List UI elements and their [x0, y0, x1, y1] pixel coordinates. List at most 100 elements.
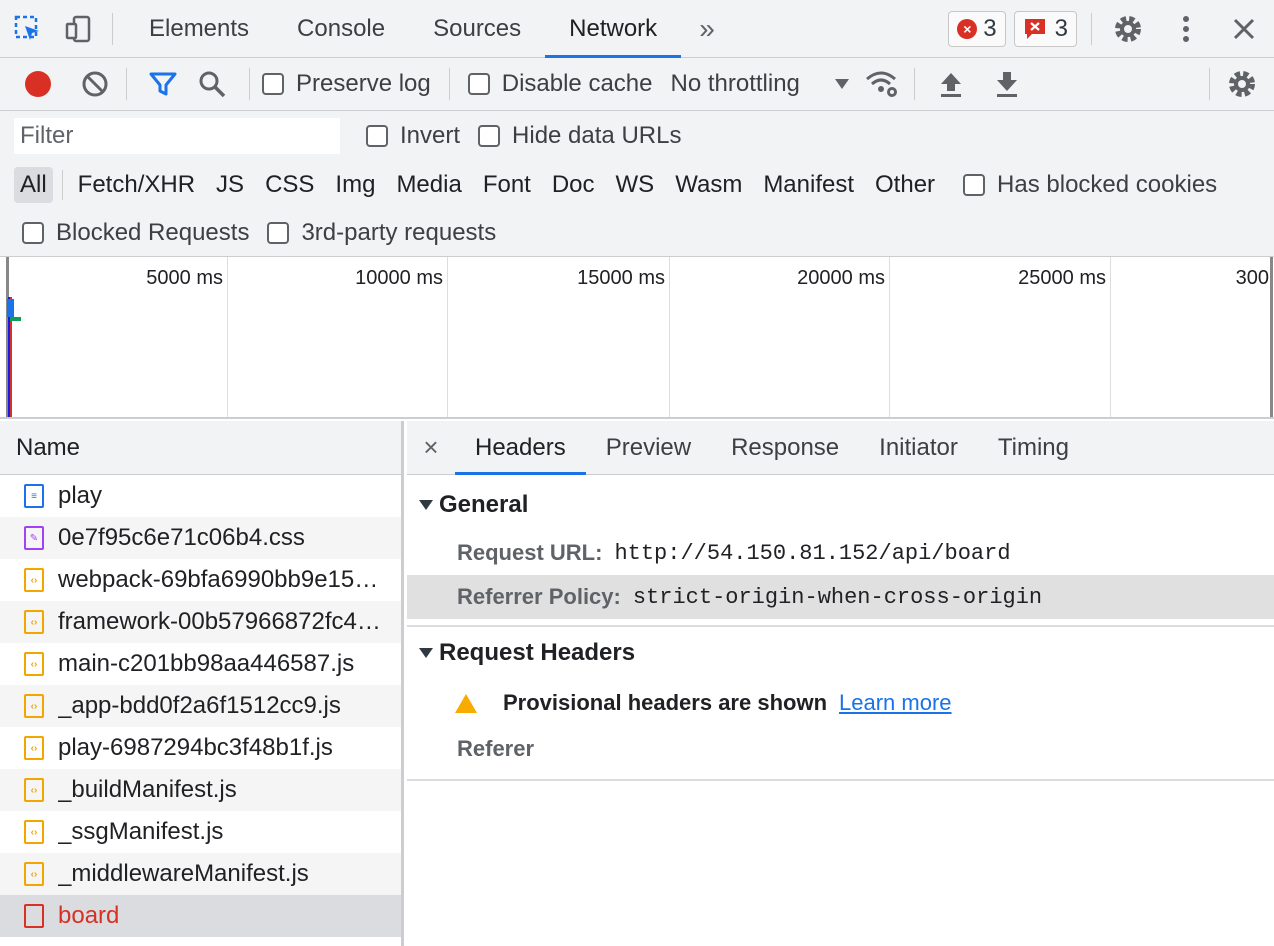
dropdown-arrow-icon	[834, 79, 849, 89]
expand-triangle-icon	[419, 648, 433, 658]
timeline-overview[interactable]: 5000 ms 10000 ms 15000 ms 20000 ms 25000…	[0, 257, 1274, 419]
has-blocked-cookies-checkbox[interactable]	[963, 174, 986, 196]
script-icon: ‹›	[24, 820, 44, 844]
tab-preview[interactable]: Preview	[586, 421, 711, 475]
request-headers-section-header[interactable]: Request Headers	[407, 627, 1274, 679]
hide-data-urls-toggle[interactable]: Hide data URLs	[478, 122, 681, 150]
blocked-filters: Blocked Requests 3rd-party requests	[0, 209, 1274, 257]
type-filter-manifest[interactable]: Manifest	[757, 167, 860, 203]
clear-button[interactable]	[76, 58, 114, 111]
settings-button[interactable]	[1098, 0, 1158, 58]
error-count-badge[interactable]: × 3	[948, 10, 1006, 47]
request-url-value: http://54.150.81.152/api/board	[614, 540, 1011, 566]
more-tabs-button[interactable]: »	[681, 0, 733, 58]
learn-more-link[interactable]: Learn more	[839, 690, 952, 716]
type-filter-all[interactable]: All	[14, 167, 53, 203]
export-har-button[interactable]	[979, 58, 1035, 111]
request-row-main[interactable]: ‹› main-c201bb98aa446587.js	[0, 643, 401, 685]
network-conditions-button[interactable]	[850, 58, 914, 111]
timeline-gridline: 20000 ms	[797, 257, 890, 417]
request-row-framework[interactable]: ‹› framework-00b57966872fc4…	[0, 601, 401, 643]
third-party-toggle[interactable]: 3rd-party requests	[267, 219, 496, 247]
request-row-ssg-manifest[interactable]: ‹› _ssgManifest.js	[0, 811, 401, 853]
error-count: 3	[983, 14, 997, 42]
device-toolbar-button[interactable]	[56, 0, 100, 58]
tab-timing[interactable]: Timing	[978, 421, 1089, 475]
type-filter-wasm[interactable]: Wasm	[669, 167, 748, 203]
type-filter-js[interactable]: JS	[210, 167, 250, 203]
tab-initiator[interactable]: Initiator	[859, 421, 978, 475]
inspect-element-button[interactable]	[0, 0, 56, 58]
referrer-policy-value: strict-origin-when-cross-origin	[632, 584, 1043, 610]
type-filter-media[interactable]: Media	[390, 167, 467, 203]
tab-console[interactable]: Console	[273, 0, 409, 58]
type-filter-doc[interactable]: Doc	[546, 167, 601, 203]
separator	[112, 12, 113, 45]
customize-menu-button[interactable]	[1158, 0, 1214, 58]
request-row-play-js[interactable]: ‹› play-6987294bc3f48b1f.js	[0, 727, 401, 769]
filter-toggle-button[interactable]	[139, 58, 187, 111]
search-button[interactable]	[187, 58, 237, 111]
request-row-app[interactable]: ‹› _app-bdd0f2a6f1512cc9.js	[0, 685, 401, 727]
referrer-policy-row: Referrer Policy: strict-origin-when-cros…	[407, 575, 1274, 619]
disable-cache-checkbox[interactable]	[467, 73, 490, 95]
record-button[interactable]	[0, 58, 76, 111]
tab-response[interactable]: Response	[711, 421, 859, 475]
request-row-board[interactable]: board	[0, 895, 401, 937]
disable-cache-toggle[interactable]: Disable cache	[467, 70, 652, 98]
type-filter-other[interactable]: Other	[869, 167, 941, 203]
general-section-header[interactable]: General	[407, 479, 1274, 531]
hide-data-urls-checkbox[interactable]	[478, 125, 501, 147]
request-row-middleware-manifest[interactable]: ‹› _middlewareManifest.js	[0, 853, 401, 895]
provisional-headers-warning: Provisional headers are shown Learn more	[407, 679, 1274, 727]
timeline-gridline: 5000 ms	[146, 257, 228, 417]
timeline-gridline: 15000 ms	[577, 257, 670, 417]
tab-elements[interactable]: Elements	[125, 0, 273, 58]
close-devtools-button[interactable]	[1214, 0, 1274, 58]
tab-network[interactable]: Network	[545, 0, 682, 58]
close-details-button[interactable]: ×	[407, 421, 455, 475]
timeline-tick-label: 5000 ms	[146, 267, 223, 289]
third-party-checkbox[interactable]	[267, 221, 290, 244]
timeline-gridline: 25000 ms	[1018, 257, 1111, 417]
tab-headers[interactable]: Headers	[455, 421, 586, 475]
request-row-css[interactable]: ✎ 0e7f95c6e71c06b4.css	[0, 517, 401, 559]
referrer-policy-key: Referrer Policy:	[457, 584, 621, 609]
separator	[913, 68, 915, 100]
preserve-log-checkbox[interactable]	[262, 73, 284, 95]
request-url-key: Request URL:	[457, 540, 603, 565]
tab-sources[interactable]: Sources	[409, 0, 545, 58]
network-settings-button[interactable]	[1210, 58, 1274, 111]
preserve-log-toggle[interactable]: Preserve log	[262, 70, 431, 98]
request-row-webpack[interactable]: ‹› webpack-69bfa6990bb9e15…	[0, 559, 401, 601]
type-filter-ws[interactable]: WS	[610, 167, 661, 203]
type-filter-css[interactable]: CSS	[259, 167, 320, 203]
name-column-header[interactable]: Name	[0, 421, 401, 475]
type-filter-img[interactable]: Img	[329, 167, 381, 203]
separator	[249, 68, 250, 100]
timeline-tick-label: 300	[1235, 267, 1269, 289]
type-filter-fetch-xhr[interactable]: Fetch/XHR	[72, 167, 201, 203]
section-divider	[407, 779, 1274, 781]
type-filter-font[interactable]: Font	[477, 167, 537, 203]
invert-checkbox[interactable]	[366, 125, 388, 147]
import-har-button[interactable]	[923, 58, 979, 111]
third-party-label: 3rd-party requests	[301, 218, 497, 246]
request-row-build-manifest[interactable]: ‹› _buildManifest.js	[0, 769, 401, 811]
throttling-select[interactable]: No throttling	[670, 70, 849, 98]
request-name: webpack-69bfa6990bb9e15…	[58, 566, 379, 593]
blocked-requests-checkbox[interactable]	[22, 221, 44, 244]
request-row-play[interactable]: ≡ play	[0, 475, 401, 517]
device-toggle-icon	[65, 15, 91, 42]
has-blocked-cookies-toggle[interactable]: Has blocked cookies	[963, 171, 1217, 199]
failed-request-icon	[24, 904, 44, 928]
filter-input[interactable]	[14, 118, 340, 154]
blocked-requests-toggle[interactable]: Blocked Requests	[22, 219, 249, 247]
separator	[61, 170, 63, 200]
issue-count: 3	[1054, 14, 1068, 42]
issue-count-badge[interactable]: 3	[1013, 10, 1077, 47]
request-name: main-c201bb98aa446587.js	[58, 650, 355, 677]
invert-toggle[interactable]: Invert	[366, 122, 460, 150]
referer-row: Referer	[407, 727, 1274, 771]
script-icon: ‹›	[24, 610, 44, 634]
